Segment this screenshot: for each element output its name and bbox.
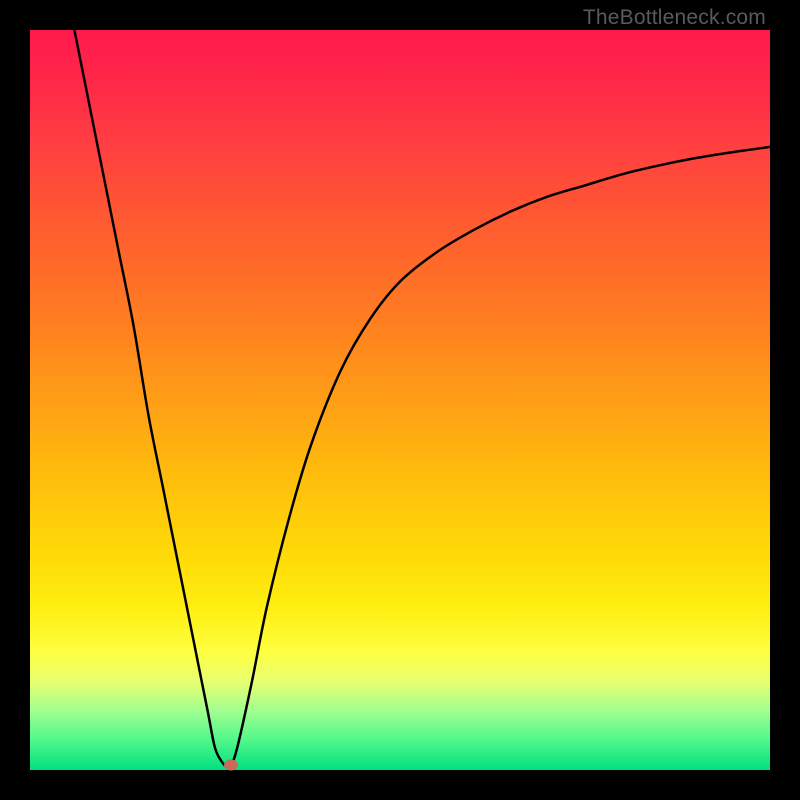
- chart-frame: TheBottleneck.com: [0, 0, 800, 800]
- minimum-marker-dot: [224, 759, 238, 770]
- watermark-text: TheBottleneck.com: [583, 6, 766, 30]
- plot-area: [30, 30, 770, 770]
